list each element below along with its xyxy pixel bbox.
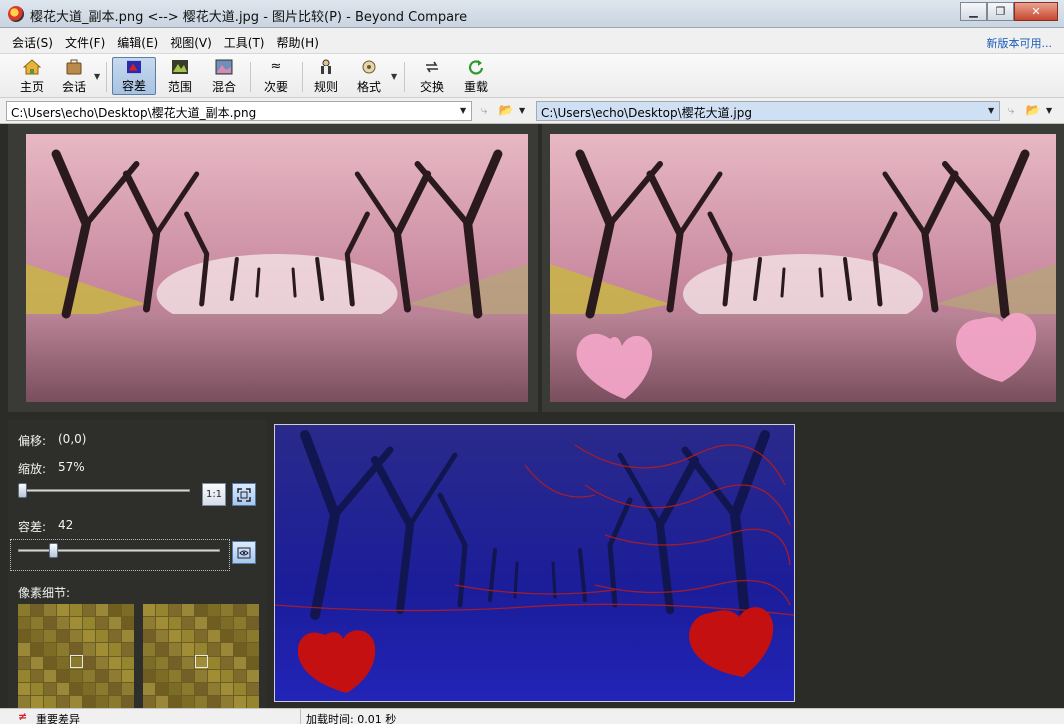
left-next-icon[interactable]: ⤷ xyxy=(476,103,492,117)
pixel-detail-label: 像素细节: xyxy=(18,586,71,600)
home-icon xyxy=(23,59,41,75)
toolbar-separator xyxy=(106,62,107,92)
zoom-value: 57% xyxy=(58,460,85,474)
difference-image-pane[interactable] xyxy=(274,424,795,702)
left-pixel-cursor xyxy=(70,655,83,668)
minor-button[interactable]: ≈ 次要 xyxy=(258,57,294,95)
right-pixel-cursor xyxy=(195,655,208,668)
toolbar-separator xyxy=(250,62,251,92)
load-time: 加载时间: 0.01 秒 xyxy=(306,713,397,724)
title-bar: 樱花大道_副本.png <--> 樱花大道.jpg - 图片比较(P) - Be… xyxy=(0,0,1064,28)
toolbar: 主页 会话 ▼ 容差 范围 混合 ≈ 次要 规则 格式 ▼ 交换 重载 xyxy=(0,54,1064,98)
tolerance-slider-thumb[interactable] xyxy=(48,543,58,558)
important-difference-label: 重要差异 xyxy=(36,713,80,724)
window-title: 樱花大道_副本.png <--> 樱花大道.jpg - 图片比较(P) - Be… xyxy=(30,10,468,25)
zoom-slider-track[interactable] xyxy=(18,489,190,492)
close-button[interactable]: ✕ xyxy=(1014,2,1058,21)
toolbar-separator xyxy=(302,62,303,92)
menu-tools[interactable]: 工具(T) xyxy=(224,34,265,51)
path-row: C:\Users\echo\Desktop\樱花大道_副本.png ▼ ⤷ 📂 … xyxy=(0,98,1064,124)
left-image xyxy=(26,134,528,402)
format-button[interactable]: 格式 xyxy=(350,57,388,95)
reload-button[interactable]: 重载 xyxy=(458,57,494,95)
sessions-button[interactable]: 会话 xyxy=(56,57,92,95)
menu-bar: 会话(S) 文件(F) 编辑(E) 视图(V) 工具(T) 帮助(H) 新版本可… xyxy=(0,28,1064,54)
right-path-dropdown-icon[interactable]: ▼ xyxy=(988,106,994,115)
blend-mode-button[interactable]: 混合 xyxy=(206,57,242,95)
eye-icon xyxy=(237,547,251,558)
tolerance-label: 容差: xyxy=(18,520,47,534)
tolerance-value: 42 xyxy=(58,518,74,532)
fit-to-window-button[interactable] xyxy=(232,483,256,506)
menu-file[interactable]: 文件(F) xyxy=(65,34,105,51)
swap-icon xyxy=(426,61,438,73)
blend-icon xyxy=(215,59,233,75)
swap-button[interactable]: 交换 xyxy=(414,57,450,95)
status-divider xyxy=(300,709,301,724)
right-open-folder-icon[interactable]: 📂 xyxy=(1025,103,1041,117)
range-mode-button[interactable]: 范围 xyxy=(162,57,198,95)
home-button[interactable]: 主页 xyxy=(14,57,50,95)
tolerance-slider-focus xyxy=(10,539,230,571)
toolbar-separator xyxy=(404,62,405,92)
important-difference-icon: ≠ xyxy=(18,710,28,723)
sessions-dropdown-icon[interactable]: ▼ xyxy=(94,72,100,81)
status-bar: ≠ 重要差异 加载时间: 0.01 秒 xyxy=(0,708,1064,724)
format-icon xyxy=(362,60,376,74)
actual-size-button[interactable]: 1:1 xyxy=(202,483,226,506)
offset-label: 偏移: xyxy=(18,434,47,448)
left-path-dropdown-icon[interactable]: ▼ xyxy=(460,106,466,115)
right-path-input[interactable]: C:\Users\echo\Desktop\樱花大道.jpg xyxy=(536,101,1000,121)
right-image xyxy=(550,134,1056,402)
referee-icon xyxy=(321,59,331,74)
right-next-icon[interactable]: ⤷ xyxy=(1003,103,1019,117)
rules-button[interactable]: 规则 xyxy=(308,57,344,95)
right-image-pane[interactable] xyxy=(542,124,1064,412)
control-panel: 偏移: (0,0) 缩放: 57% 1:1 容差: 42 像素细节: xyxy=(8,420,266,708)
minimize-button[interactable]: ▁ xyxy=(960,2,987,21)
window-controls: ▁ ❐ ✕ xyxy=(960,2,1058,21)
menu-help[interactable]: 帮助(H) xyxy=(277,34,319,51)
left-folder-dropdown-icon[interactable]: ▼ xyxy=(519,106,525,115)
app-icon xyxy=(8,6,24,22)
briefcase-icon xyxy=(66,59,82,75)
fit-icon xyxy=(237,487,251,502)
menu-edit[interactable]: 编辑(E) xyxy=(117,34,158,51)
difference-image xyxy=(274,425,795,701)
tolerance-mode-button[interactable]: 容差 xyxy=(112,57,156,95)
format-dropdown-icon[interactable]: ▼ xyxy=(391,72,397,81)
tolerance-settings-button[interactable] xyxy=(232,541,256,564)
right-folder-dropdown-icon[interactable]: ▼ xyxy=(1046,106,1052,115)
left-path-input[interactable]: C:\Users\echo\Desktop\樱花大道_副本.png xyxy=(6,101,472,121)
tolerance-icon xyxy=(127,60,141,74)
zoom-label: 缩放: xyxy=(18,462,47,476)
menu-session[interactable]: 会话(S) xyxy=(12,34,53,51)
menu-view[interactable]: 视图(V) xyxy=(170,34,212,51)
offset-value: (0,0) xyxy=(58,432,87,446)
approx-equal-icon: ≈ xyxy=(270,59,282,74)
reload-icon xyxy=(468,60,484,75)
restore-button[interactable]: ❐ xyxy=(987,2,1014,21)
range-icon xyxy=(172,60,188,74)
left-image-pane[interactable] xyxy=(8,124,538,412)
left-open-folder-icon[interactable]: 📂 xyxy=(498,103,514,117)
zoom-slider-thumb[interactable] xyxy=(18,483,27,498)
new-version-link[interactable]: 新版本可用... xyxy=(987,35,1053,51)
